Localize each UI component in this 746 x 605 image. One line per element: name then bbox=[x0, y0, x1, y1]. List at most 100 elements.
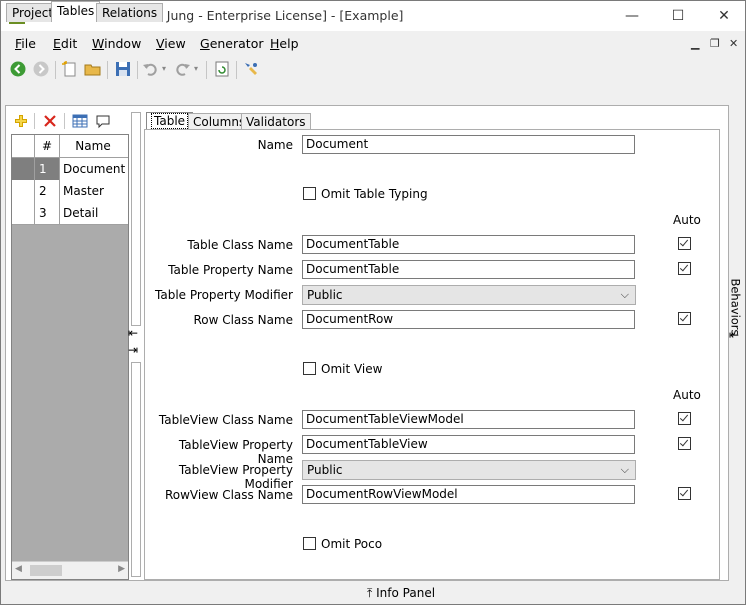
minimize-button[interactable]: — bbox=[609, 1, 655, 31]
table-row[interactable]: 1 Document bbox=[12, 158, 128, 181]
toolbar-separator bbox=[34, 113, 35, 129]
scroll-left-icon[interactable]: ◀ bbox=[15, 564, 22, 574]
tab-relations[interactable]: Relations bbox=[96, 3, 164, 22]
auto-label: Auto bbox=[673, 213, 701, 227]
row-name[interactable]: Master bbox=[60, 180, 125, 202]
rowview-class-name-field[interactable]: DocumentRowViewModel bbox=[302, 485, 635, 504]
tableview-class-name-auto-checkbox[interactable] bbox=[678, 412, 691, 425]
save-icon[interactable] bbox=[114, 60, 132, 78]
table-property-modifier-label: Table Property Modifier bbox=[155, 288, 293, 302]
row-class-name-field[interactable]: DocumentRow bbox=[302, 310, 635, 329]
table-row[interactable]: 3 Detail bbox=[12, 202, 128, 225]
forward-icon[interactable] bbox=[32, 60, 50, 78]
chevron-down-icon: ⌵ bbox=[620, 288, 629, 301]
toolbar-separator bbox=[64, 113, 65, 129]
name-label: Name bbox=[257, 138, 293, 152]
row-selector[interactable] bbox=[12, 158, 35, 180]
table-row[interactable]: 2 Master bbox=[12, 180, 128, 203]
omit-poco-label: Omit Poco bbox=[321, 537, 383, 551]
tab-tables[interactable]: Tables bbox=[51, 1, 101, 22]
grid-header-row: # Name bbox=[12, 135, 128, 158]
row-selector[interactable] bbox=[12, 202, 35, 224]
table-class-name-label: Table Class Name bbox=[187, 238, 293, 252]
splitter-upper-pane bbox=[131, 112, 141, 326]
table-property-modifier-select[interactable]: Public ⌵ bbox=[302, 285, 636, 305]
redo-dropdown-icon[interactable]: ▾ bbox=[194, 64, 198, 73]
auto-label: Auto bbox=[673, 388, 701, 402]
column-header-name[interactable]: Name bbox=[60, 135, 126, 157]
table-editor-pane: Table Columns Validators bbox=[144, 112, 720, 580]
row-name[interactable]: Document bbox=[60, 158, 125, 180]
tableview-property-name-label: TableView Property Name bbox=[178, 438, 293, 466]
toolbar-separator bbox=[236, 61, 237, 79]
comment-icon[interactable] bbox=[95, 113, 111, 129]
behaviors-label: Behaviors bbox=[728, 278, 743, 336]
row-name[interactable]: Detail bbox=[60, 202, 125, 224]
toolbar: ▾ ▾ bbox=[1, 57, 745, 83]
menu-file[interactable]: File bbox=[15, 36, 36, 51]
splitter[interactable]: ⇤ ⇥ bbox=[128, 112, 141, 577]
menu-window[interactable]: Window bbox=[92, 36, 141, 51]
tableview-class-name-label: TableView Class Name bbox=[158, 413, 293, 427]
table-property-name-label: Table Property Name bbox=[168, 263, 293, 277]
toolbar-separator bbox=[107, 61, 108, 79]
omit-view-checkbox[interactable] bbox=[303, 362, 316, 375]
tableview-class-name-field[interactable]: DocumentTableViewModel bbox=[302, 410, 635, 429]
expand-right-icon[interactable]: ⇥ bbox=[128, 344, 138, 356]
add-icon[interactable] bbox=[13, 113, 29, 129]
undo-icon[interactable] bbox=[142, 60, 160, 78]
rowview-class-name-label: RowView Class Name bbox=[164, 488, 293, 502]
refresh-icon[interactable] bbox=[213, 60, 231, 78]
menu-view[interactable]: View bbox=[156, 36, 186, 51]
mdi-restore-button[interactable]: ❐ bbox=[710, 37, 720, 50]
row-num: 3 bbox=[35, 202, 60, 224]
chevron-down-icon: ⌵ bbox=[620, 463, 629, 476]
new-icon[interactable] bbox=[61, 60, 79, 78]
scroll-right-icon[interactable]: ▶ bbox=[118, 564, 125, 574]
tableview-property-name-auto-checkbox[interactable] bbox=[678, 437, 691, 450]
back-icon[interactable] bbox=[9, 60, 27, 78]
rowview-class-name-auto-checkbox[interactable] bbox=[678, 487, 691, 500]
row-num: 1 bbox=[35, 158, 60, 180]
table-class-name-field[interactable]: DocumentTable bbox=[302, 235, 635, 254]
table-class-name-auto-checkbox[interactable] bbox=[678, 237, 691, 250]
table-property-name-field[interactable]: DocumentTable bbox=[302, 260, 635, 279]
main-window: BCF Editor [Hermann Jung - Enterprise Li… bbox=[0, 0, 746, 605]
redo-icon[interactable] bbox=[173, 60, 191, 78]
horizontal-scrollbar[interactable]: ◀ ▶ bbox=[12, 561, 128, 579]
undo-dropdown-icon[interactable]: ▾ bbox=[162, 64, 166, 73]
omit-table-typing-label: Omit Table Typing bbox=[321, 187, 428, 201]
omit-table-typing-checkbox[interactable] bbox=[303, 187, 316, 200]
delete-icon[interactable] bbox=[42, 113, 58, 129]
table-icon[interactable] bbox=[72, 113, 88, 129]
maximize-button[interactable]: ☐ bbox=[655, 1, 701, 31]
collapse-left-icon[interactable]: ⇤ bbox=[128, 327, 138, 339]
tableview-property-modifier-select[interactable]: Public ⌵ bbox=[302, 460, 636, 480]
menu-edit[interactable]: Edit bbox=[53, 36, 77, 51]
open-icon[interactable] bbox=[84, 60, 102, 78]
mdi-close-button[interactable]: ✕ bbox=[729, 37, 738, 50]
table-property-name-auto-checkbox[interactable] bbox=[678, 262, 691, 275]
row-class-name-auto-checkbox[interactable] bbox=[678, 312, 691, 325]
generate-icon[interactable] bbox=[242, 60, 260, 78]
behaviors-panel-tab[interactable]: Behaviors ⇤ bbox=[729, 276, 743, 346]
tableview-property-modifier-label: TableView Property Modifier bbox=[178, 463, 293, 491]
omit-view-label: Omit View bbox=[321, 362, 383, 376]
close-button[interactable]: ✕ bbox=[701, 1, 746, 31]
mdi-minimize-button[interactable]: ▁ bbox=[691, 37, 699, 50]
row-selector[interactable] bbox=[12, 180, 35, 202]
table-property-modifier-value: Public bbox=[307, 288, 343, 302]
column-header-num[interactable]: # bbox=[35, 135, 60, 157]
menu-help[interactable]: Help bbox=[270, 36, 299, 51]
tableview-property-name-field[interactable]: DocumentTableView bbox=[302, 435, 635, 454]
omit-poco-checkbox[interactable] bbox=[303, 537, 316, 550]
name-field[interactable]: Document bbox=[302, 135, 635, 154]
scrollbar-thumb[interactable] bbox=[30, 565, 62, 576]
table-list-grid: # Name 1 Document 2 Master 3 Detail ◀ ▶ bbox=[11, 134, 129, 580]
info-panel-tab[interactable]: ⤒ Info Panel bbox=[367, 586, 435, 601]
menu-generator[interactable]: Generator bbox=[200, 36, 263, 51]
table-form bbox=[144, 129, 720, 580]
row-class-name-label: Row Class Name bbox=[193, 313, 293, 327]
pin-left-icon: ⇤ bbox=[729, 328, 740, 342]
toolbar-separator bbox=[206, 61, 207, 79]
